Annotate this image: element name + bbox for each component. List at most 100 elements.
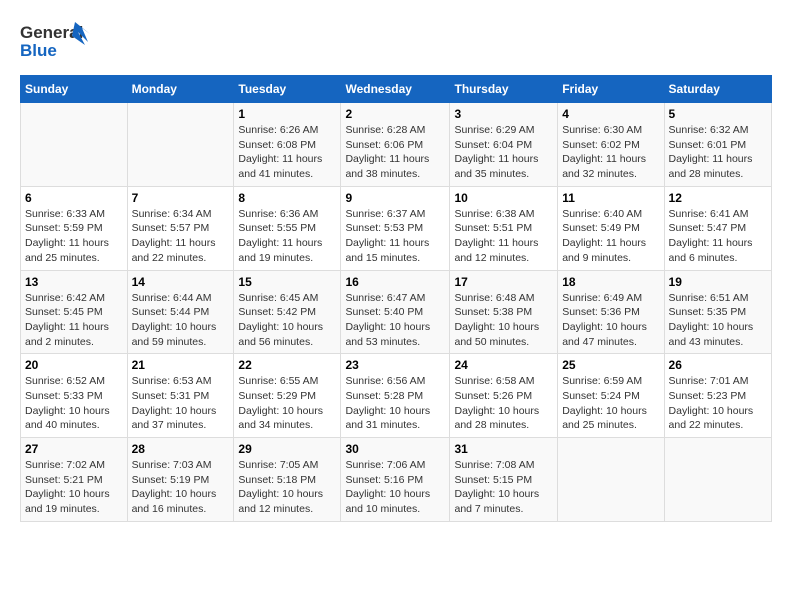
day-number: 16 [345, 275, 445, 289]
day-info: Sunrise: 7:08 AMSunset: 5:15 PMDaylight:… [454, 458, 553, 517]
calendar-cell: 20Sunrise: 6:52 AMSunset: 5:33 PMDayligh… [21, 354, 128, 438]
calendar-cell: 26 Sunrise: 7:01 AMSunset: 5:23 PMDayligh… [664, 354, 771, 438]
day-number: 8 [238, 191, 336, 205]
calendar-header-row: SundayMondayTuesdayWednesdayThursdayFrid… [21, 76, 772, 103]
day-info: Sunrise: 6:47 AMSunset: 5:40 PMDaylight:… [345, 291, 445, 350]
calendar-cell: 10Sunrise: 6:38 AMSunset: 5:51 PMDayligh… [450, 186, 558, 270]
calendar-cell: 23 Sunrise: 6:56 AMSunset: 5:28 PMDayligh… [341, 354, 450, 438]
day-number: 31 [454, 442, 553, 456]
day-number: 21 [132, 358, 230, 372]
calendar-cell: 2 Sunrise: 6:28 AMSunset: 6:06 PMDaylight… [341, 103, 450, 187]
day-number: 28 [132, 442, 230, 456]
day-info: Sunrise: 6:56 AMSunset: 5:28 PMDaylight:… [345, 374, 445, 433]
calendar-cell [21, 103, 128, 187]
calendar-cell: 29Sunrise: 7:05 AMSunset: 5:18 PMDayligh… [234, 438, 341, 522]
calendar-cell: 22Sunrise: 6:55 AMSunset: 5:29 PMDayligh… [234, 354, 341, 438]
calendar-week-row: 20Sunrise: 6:52 AMSunset: 5:33 PMDayligh… [21, 354, 772, 438]
day-info: Sunrise: 6:59 AMSunset: 5:24 PMDaylight:… [562, 374, 659, 433]
logo: GeneralBlue [20, 20, 100, 65]
calendar-cell [127, 103, 234, 187]
day-info: Sunrise: 6:42 AMSunset: 5:45 PMDaylight:… [25, 291, 123, 350]
day-info: Sunrise: 6:44 AMSunset: 5:44 PMDaylight:… [132, 291, 230, 350]
day-number: 25 [562, 358, 659, 372]
day-info: Sunrise: 6:58 AMSunset: 5:26 PMDaylight:… [454, 374, 553, 433]
calendar-cell: 5 Sunrise: 6:32 AMSunset: 6:01 PMDaylight… [664, 103, 771, 187]
weekday-header: Friday [558, 76, 664, 103]
calendar-cell: 27 Sunrise: 7:02 AMSunset: 5:21 PMDayligh… [21, 438, 128, 522]
day-info: Sunrise: 6:49 AMSunset: 5:36 PMDaylight:… [562, 291, 659, 350]
day-number: 26 [669, 358, 767, 372]
calendar-cell: 4 Sunrise: 6:30 AMSunset: 6:02 PMDaylight… [558, 103, 664, 187]
day-info: Sunrise: 7:06 AMSunset: 5:16 PMDaylight:… [345, 458, 445, 517]
day-number: 2 [345, 107, 445, 121]
calendar-cell: 3Sunrise: 6:29 AMSunset: 6:04 PMDaylight… [450, 103, 558, 187]
day-number: 15 [238, 275, 336, 289]
calendar-cell: 18 Sunrise: 6:49 AMSunset: 5:36 PMDayligh… [558, 270, 664, 354]
day-info: Sunrise: 6:37 AMSunset: 5:53 PMDaylight:… [345, 207, 445, 266]
weekday-header: Sunday [21, 76, 128, 103]
page-header: GeneralBlue [20, 20, 772, 65]
calendar-cell: 14Sunrise: 6:44 AMSunset: 5:44 PMDayligh… [127, 270, 234, 354]
day-info: Sunrise: 6:33 AMSunset: 5:59 PMDaylight:… [25, 207, 123, 266]
calendar-cell: 7 Sunrise: 6:34 AMSunset: 5:57 PMDaylight… [127, 186, 234, 270]
day-number: 12 [669, 191, 767, 205]
calendar-cell: 8 Sunrise: 6:36 AMSunset: 5:55 PMDaylight… [234, 186, 341, 270]
day-number: 24 [454, 358, 553, 372]
day-info: Sunrise: 6:30 AMSunset: 6:02 PMDaylight:… [562, 123, 659, 182]
day-info: Sunrise: 6:53 AMSunset: 5:31 PMDaylight:… [132, 374, 230, 433]
calendar-cell: 1 Sunrise: 6:26 AMSunset: 6:08 PMDaylight… [234, 103, 341, 187]
calendar-cell: 15 Sunrise: 6:45 AMSunset: 5:42 PMDayligh… [234, 270, 341, 354]
day-info: Sunrise: 7:03 AMSunset: 5:19 PMDaylight:… [132, 458, 230, 517]
day-number: 20 [25, 358, 123, 372]
day-number: 9 [345, 191, 445, 205]
day-number: 27 [25, 442, 123, 456]
calendar-cell: 24 Sunrise: 6:58 AMSunset: 5:26 PMDayligh… [450, 354, 558, 438]
calendar-table: SundayMondayTuesdayWednesdayThursdayFrid… [20, 75, 772, 522]
calendar-cell: 6Sunrise: 6:33 AMSunset: 5:59 PMDaylight… [21, 186, 128, 270]
calendar-cell: 12Sunrise: 6:41 AMSunset: 5:47 PMDayligh… [664, 186, 771, 270]
day-number: 1 [238, 107, 336, 121]
calendar-cell [664, 438, 771, 522]
svg-text:Blue: Blue [20, 41, 57, 60]
day-info: Sunrise: 7:01 AMSunset: 5:23 PMDaylight:… [669, 374, 767, 433]
day-info: Sunrise: 7:02 AMSunset: 5:21 PMDaylight:… [25, 458, 123, 517]
day-info: Sunrise: 6:45 AMSunset: 5:42 PMDaylight:… [238, 291, 336, 350]
calendar-cell: 25 Sunrise: 6:59 AMSunset: 5:24 PMDayligh… [558, 354, 664, 438]
calendar-week-row: 1 Sunrise: 6:26 AMSunset: 6:08 PMDaylight… [21, 103, 772, 187]
calendar-week-row: 27 Sunrise: 7:02 AMSunset: 5:21 PMDayligh… [21, 438, 772, 522]
day-info: Sunrise: 6:34 AMSunset: 5:57 PMDaylight:… [132, 207, 230, 266]
calendar-cell [558, 438, 664, 522]
day-number: 23 [345, 358, 445, 372]
weekday-header: Monday [127, 76, 234, 103]
day-number: 4 [562, 107, 659, 121]
calendar-cell: 31 Sunrise: 7:08 AMSunset: 5:15 PMDayligh… [450, 438, 558, 522]
day-number: 18 [562, 275, 659, 289]
day-info: Sunrise: 7:05 AMSunset: 5:18 PMDaylight:… [238, 458, 336, 517]
day-info: Sunrise: 6:32 AMSunset: 6:01 PMDaylight:… [669, 123, 767, 182]
day-info: Sunrise: 6:29 AMSunset: 6:04 PMDaylight:… [454, 123, 553, 182]
day-number: 19 [669, 275, 767, 289]
day-info: Sunrise: 6:48 AMSunset: 5:38 PMDaylight:… [454, 291, 553, 350]
day-number: 11 [562, 191, 659, 205]
day-info: Sunrise: 6:26 AMSunset: 6:08 PMDaylight:… [238, 123, 336, 182]
calendar-cell: 30 Sunrise: 7:06 AMSunset: 5:16 PMDayligh… [341, 438, 450, 522]
calendar-cell: 16 Sunrise: 6:47 AMSunset: 5:40 PMDayligh… [341, 270, 450, 354]
calendar-cell: 11 Sunrise: 6:40 AMSunset: 5:49 PMDayligh… [558, 186, 664, 270]
day-number: 30 [345, 442, 445, 456]
day-number: 5 [669, 107, 767, 121]
weekday-header: Wednesday [341, 76, 450, 103]
day-info: Sunrise: 6:36 AMSunset: 5:55 PMDaylight:… [238, 207, 336, 266]
day-info: Sunrise: 6:40 AMSunset: 5:49 PMDaylight:… [562, 207, 659, 266]
day-number: 13 [25, 275, 123, 289]
day-number: 17 [454, 275, 553, 289]
day-info: Sunrise: 6:28 AMSunset: 6:06 PMDaylight:… [345, 123, 445, 182]
calendar-cell: 13 Sunrise: 6:42 AMSunset: 5:45 PMDayligh… [21, 270, 128, 354]
day-number: 10 [454, 191, 553, 205]
weekday-header: Saturday [664, 76, 771, 103]
weekday-header: Thursday [450, 76, 558, 103]
calendar-cell: 9 Sunrise: 6:37 AMSunset: 5:53 PMDaylight… [341, 186, 450, 270]
weekday-header: Tuesday [234, 76, 341, 103]
day-number: 22 [238, 358, 336, 372]
day-number: 7 [132, 191, 230, 205]
logo-icon: GeneralBlue [20, 20, 100, 65]
